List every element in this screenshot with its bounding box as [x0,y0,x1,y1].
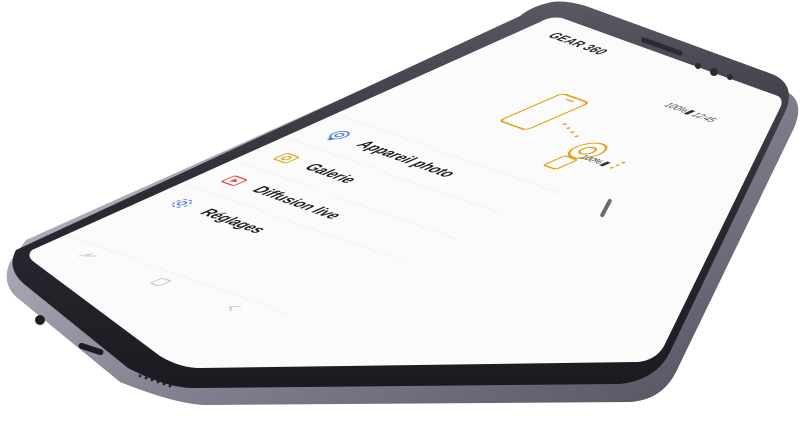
status-time: 12:45 [688,111,721,124]
connection-dots [562,123,579,138]
iris-sensor [695,63,701,69]
phone-outline-icon [500,93,588,130]
headphone-jack [35,315,45,325]
back-button[interactable] [209,298,258,317]
menu-item-label: Galerie [299,161,362,186]
stage: GEAR 360 100%12:45 100% Appareil photo G… [0,0,806,424]
camera-360-icon [318,127,358,143]
recent-apps-icon [78,253,97,257]
menu-item-label: Réglages [194,206,272,236]
home-icon [150,277,172,287]
proximity-sensor [727,74,733,80]
gallery-icon [266,150,306,166]
back-icon [229,306,242,312]
live-broadcast-icon [214,173,254,189]
settings-gear-icon [162,195,202,211]
home-button[interactable] [136,272,185,291]
recent-apps-button[interactable] [63,246,112,265]
